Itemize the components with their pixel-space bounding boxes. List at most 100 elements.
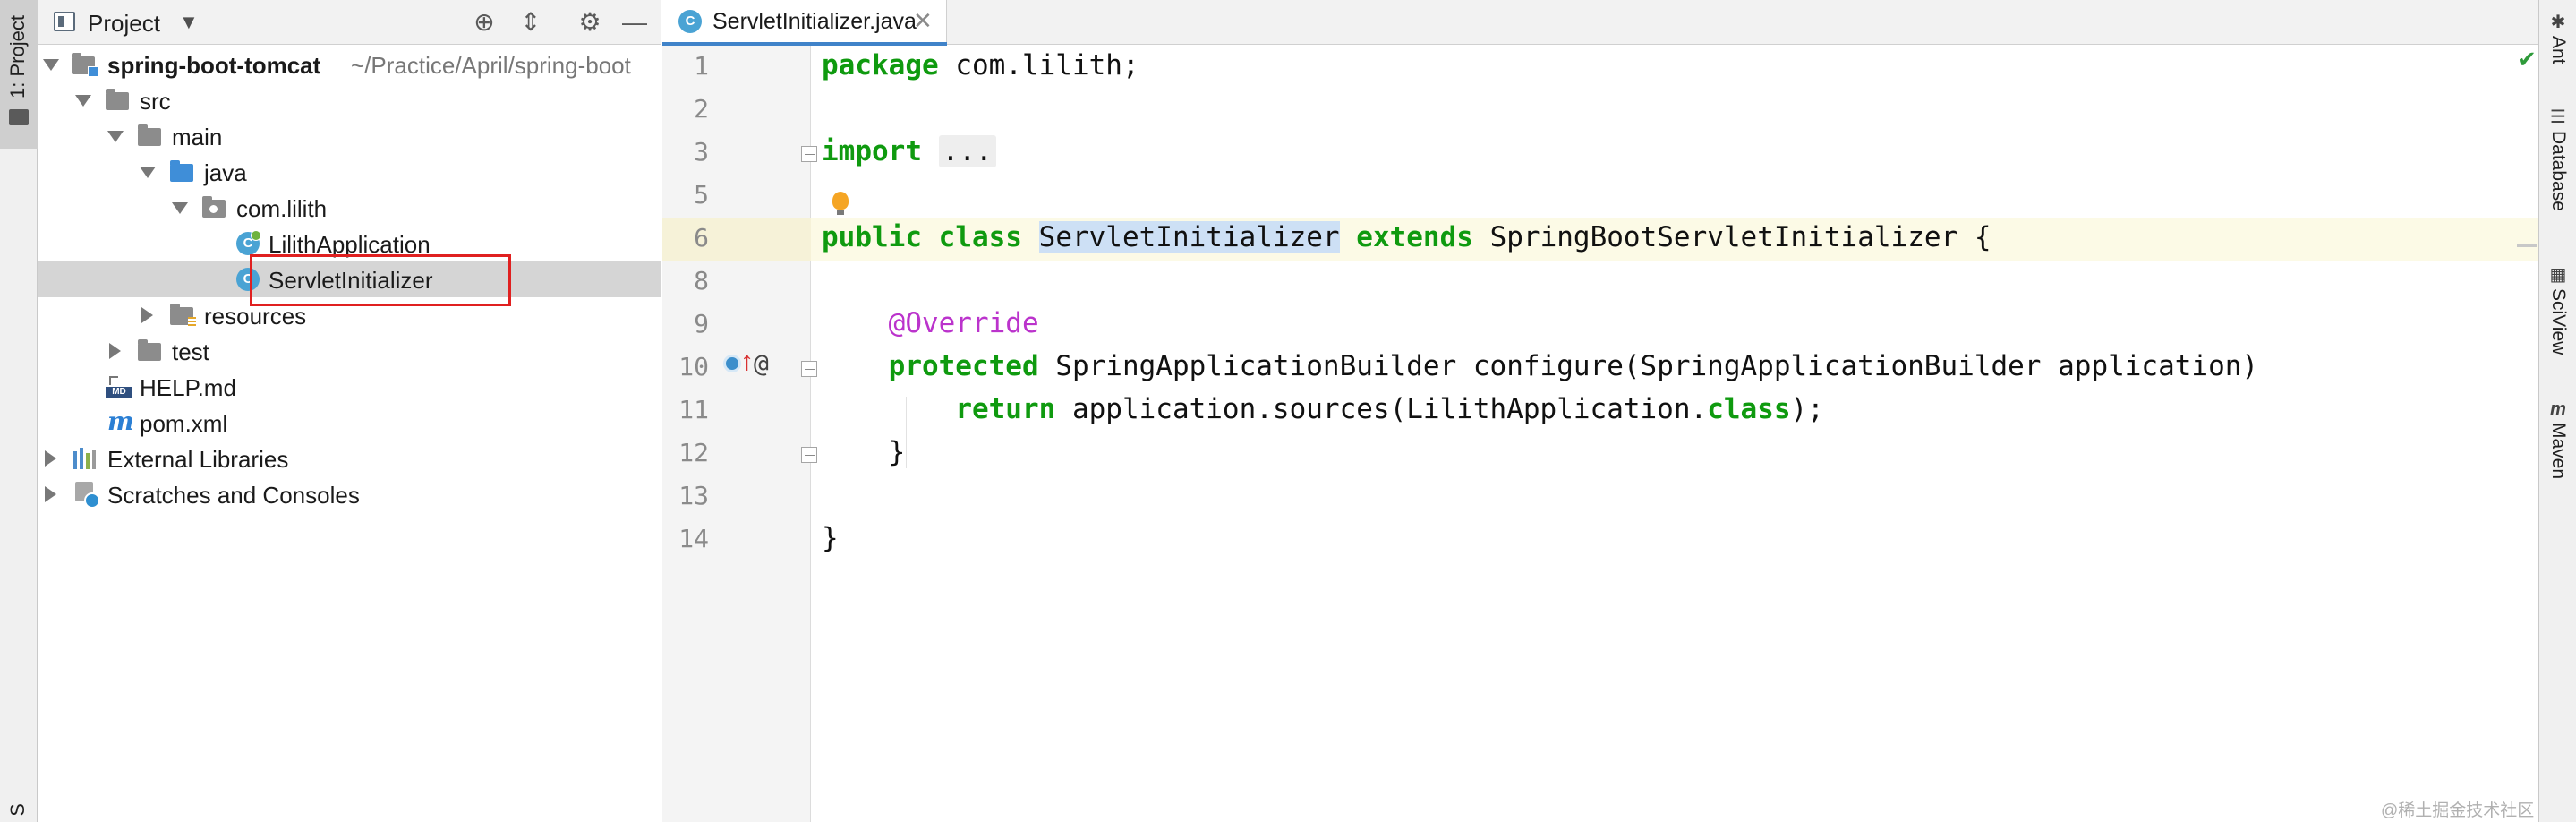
markdown-file-icon: MD <box>106 376 132 398</box>
locate-icon[interactable]: ⊕ <box>469 7 499 38</box>
line-number: 13 <box>678 481 709 510</box>
tree-label: resources <box>204 303 307 330</box>
code-line-9: protected SpringApplicationBuilder confi… <box>822 350 2258 382</box>
keyword: protected <box>888 350 1039 382</box>
code-text: } <box>822 522 839 554</box>
expand-arrow-icon[interactable] <box>172 202 188 214</box>
project-panel: Project ▼ ⊕ ⇕ ⚙ — spring-boot-tomcat ~/P… <box>38 0 661 822</box>
watermark: @稀土掘金技术社区 <box>2381 801 2535 820</box>
folder-icon <box>9 109 29 125</box>
tree-item-test[interactable]: test <box>38 333 661 369</box>
sciview-icon: ▦ <box>2549 265 2567 285</box>
highlight-annotation-box <box>250 254 511 306</box>
tree-label: main <box>172 124 223 150</box>
collapsed-arrow-icon[interactable] <box>109 343 121 359</box>
line-number: 12 <box>678 438 709 467</box>
code-line-13: } <box>822 522 839 554</box>
tree-label: External Libraries <box>107 446 289 473</box>
ant-icon: ✱ <box>2550 13 2566 32</box>
markdown-bar <box>109 376 118 385</box>
scratches-icon <box>73 482 102 509</box>
maven-file-icon: m <box>107 407 134 436</box>
line-number: 11 <box>678 395 709 424</box>
tree-label: test <box>172 338 209 365</box>
tree-item-src[interactable]: src <box>38 82 661 118</box>
code-line-10: return application.sources(LilithApplica… <box>822 393 1824 425</box>
lightbulb-icon[interactable] <box>832 192 849 215</box>
project-tool-tab-label: 1: Project <box>6 15 29 98</box>
project-tool-tab[interactable]: 1: Project <box>0 0 38 149</box>
tree-item-pom[interactable]: m pom.xml <box>38 405 661 441</box>
class-icon: C <box>678 10 702 33</box>
editor-tab-bar: C ServletInitializer.java ✕ <box>662 0 2538 46</box>
collapsed-arrow-icon[interactable] <box>45 486 56 502</box>
code-text: SpringApplicationBuilder configure(Sprin… <box>1038 350 2259 382</box>
folded-imports[interactable]: ... <box>938 135 996 167</box>
gear-icon[interactable]: ⚙ <box>575 7 605 38</box>
fold-toggle-icon[interactable] <box>801 447 817 463</box>
line-number: 8 <box>694 266 709 295</box>
code-text: application.sources(LilithApplication. <box>1055 393 1708 425</box>
tool-tab-label: SciView <box>2548 288 2569 355</box>
expand-arrow-icon[interactable] <box>140 167 156 178</box>
tab-servlet-initializer[interactable]: C ServletInitializer.java ✕ <box>662 0 947 46</box>
structure-tool-tab-label[interactable]: S <box>6 803 30 817</box>
database-icon: ☰ <box>2550 107 2566 127</box>
close-icon[interactable]: ✕ <box>913 7 933 35</box>
line-number: 2 <box>694 94 709 124</box>
maven-icon: m <box>2550 399 2566 419</box>
keyword: class <box>1707 393 1791 425</box>
code-editor[interactable]: 1 2 3 5 6 8 9 10 11 12 13 14 ↑ @ package… <box>662 46 2538 822</box>
chevron-down-icon[interactable]: ▼ <box>179 11 199 34</box>
collapsed-arrow-icon[interactable] <box>45 450 56 467</box>
spring-class-icon: C <box>236 230 261 255</box>
annotation: @Override <box>888 307 1039 339</box>
module-folder-icon <box>72 53 98 77</box>
fold-toggle-icon[interactable] <box>801 146 817 162</box>
annotation-marker-icon[interactable]: @ <box>754 348 769 378</box>
error-stripe-mark[interactable] <box>2517 244 2537 247</box>
collapse-all-icon[interactable]: ⇕ <box>516 7 546 38</box>
override-method-icon[interactable] <box>723 355 741 372</box>
root-module-path: ~/Practice/April/spring-boot <box>351 52 631 79</box>
project-panel-header: Project ▼ ⊕ ⇕ ⚙ — <box>38 0 661 45</box>
line-number: 1 <box>694 51 709 81</box>
tree-label: com.lilith <box>236 195 328 222</box>
tree-item-java[interactable]: java <box>38 154 661 190</box>
right-tool-strip: ✱ Ant ☰ Database ▦ SciView m Maven <box>2538 0 2576 822</box>
tree-item-scratches[interactable]: Scratches and Consoles <box>38 476 661 512</box>
tree-item-main[interactable]: main <box>38 118 661 154</box>
line-number: 6 <box>694 223 709 253</box>
keyword: class <box>938 221 1022 253</box>
collapsed-arrow-icon[interactable] <box>141 307 153 323</box>
tree-label: pom.xml <box>140 410 228 437</box>
override-arrow-icon[interactable]: ↑ <box>740 347 754 377</box>
resources-folder-icon <box>170 304 196 327</box>
tree-label: java <box>204 159 247 186</box>
code-text: ); <box>1790 393 1824 425</box>
keyword: public <box>822 221 922 253</box>
root-module-name: spring-boot-tomcat <box>107 52 321 79</box>
package-icon <box>202 196 226 218</box>
fold-toggle-icon[interactable] <box>801 361 817 377</box>
inspection-ok-icon[interactable]: ✔ <box>2517 46 2537 73</box>
minimize-icon[interactable]: — <box>619 7 650 38</box>
expand-arrow-icon[interactable] <box>107 131 124 142</box>
tree-item-package[interactable]: com.lilith <box>38 190 661 226</box>
expand-arrow-icon[interactable] <box>43 59 59 71</box>
tool-tab-label: Maven <box>2548 423 2569 480</box>
tree-label: HELP.md <box>140 374 236 401</box>
tree-item-external-libraries[interactable]: External Libraries <box>38 441 661 476</box>
folder-icon <box>138 339 161 361</box>
folder-icon <box>106 89 129 110</box>
tree-item-root[interactable]: spring-boot-tomcat ~/Practice/April/spri… <box>38 47 661 82</box>
expand-arrow-icon[interactable] <box>75 95 91 107</box>
library-icon <box>73 448 100 469</box>
tree-item-help-md[interactable]: MD HELP.md <box>38 369 661 405</box>
code-line-8: @Override <box>822 307 1039 339</box>
editor-gutter: 1 2 3 5 6 8 9 10 11 12 13 14 <box>662 46 811 822</box>
keyword: package <box>822 49 939 81</box>
project-panel-title[interactable]: Project <box>88 10 160 38</box>
line-number: 5 <box>694 180 709 210</box>
tree-label: Scratches and Consoles <box>107 482 360 509</box>
